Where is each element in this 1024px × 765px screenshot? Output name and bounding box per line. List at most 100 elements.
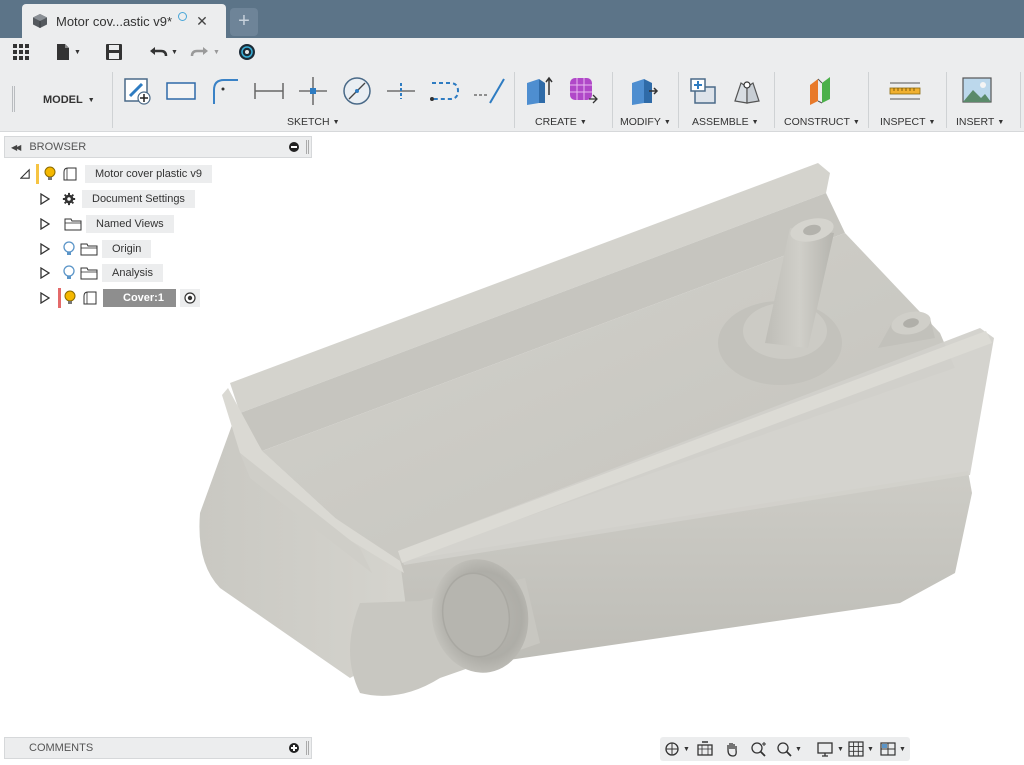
ribbon-separator	[514, 72, 515, 128]
project-tool-button[interactable]	[472, 74, 506, 108]
grid-icon	[848, 741, 864, 757]
visibility-bulb-icon[interactable]	[63, 290, 77, 306]
sketch-project-icon	[474, 78, 505, 104]
sketch-panel-menu[interactable]: SKETCH ▼	[287, 116, 340, 128]
ribbon-separator	[1020, 72, 1021, 128]
folder-icon	[80, 243, 98, 256]
pan-button[interactable]	[724, 740, 740, 758]
chevron-down-icon: ▼	[663, 118, 671, 126]
panel-grip[interactable]	[306, 741, 309, 755]
inspect-panel-label: INSPECT	[880, 116, 926, 128]
joint-icon	[734, 81, 760, 104]
offset-tool-button[interactable]	[428, 74, 462, 108]
browser-item-cover[interactable]: Cover:1	[40, 288, 200, 308]
browser-root-node[interactable]: Motor cover plastic v9	[20, 164, 212, 184]
minimize-browser-icon[interactable]	[289, 142, 299, 152]
insert-image-icon	[962, 77, 992, 103]
browser-item-analysis[interactable]: Analysis	[40, 263, 163, 283]
visibility-bulb-icon[interactable]	[43, 166, 57, 182]
ribbon-separator	[946, 72, 947, 128]
redo-button[interactable]: ▼	[190, 42, 220, 62]
insert-canvas-button[interactable]	[960, 74, 994, 108]
form-button[interactable]	[566, 74, 600, 108]
panel-grip[interactable]	[306, 140, 309, 154]
sketch-fillet-icon	[213, 79, 238, 104]
expand-triangle-icon[interactable]	[40, 193, 50, 205]
gear-icon	[62, 191, 76, 207]
offset-plane-button[interactable]	[803, 74, 837, 108]
ribbon-separator	[774, 72, 775, 128]
trim-tool-button[interactable]	[384, 74, 418, 108]
account-button[interactable]	[238, 42, 256, 62]
sketch-offset-icon	[430, 82, 460, 101]
expand-triangle-icon[interactable]	[40, 292, 50, 304]
visibility-off-bulb-icon[interactable]	[62, 265, 76, 281]
navigation-bar: ▼ ▼ ▼ ▼ ▼	[660, 737, 910, 761]
modify-panel-menu[interactable]: MODIFY ▼	[620, 116, 671, 128]
expand-triangle-icon[interactable]	[40, 267, 50, 279]
display-settings-button[interactable]: ▼	[816, 740, 844, 758]
file-icon	[57, 44, 69, 60]
expand-triangle-icon[interactable]	[40, 218, 50, 230]
close-tab-icon[interactable]: ✕	[196, 14, 208, 28]
grid-settings-button[interactable]: ▼	[848, 740, 874, 758]
create-sketch-button[interactable]	[120, 74, 154, 108]
joint-button[interactable]	[730, 74, 764, 108]
browser-item-origin[interactable]: Origin	[40, 239, 152, 259]
fillet-tool-button[interactable]	[208, 74, 242, 108]
rectangle-tool-button[interactable]	[164, 74, 198, 108]
undo-icon	[150, 47, 168, 57]
expand-triangle-icon[interactable]	[40, 243, 50, 255]
insert-panel-menu[interactable]: INSERT ▼	[956, 116, 1004, 128]
ribbon-grip[interactable]	[12, 86, 15, 112]
chevron-down-icon: ▼	[899, 745, 906, 753]
component-icon	[63, 167, 77, 181]
chevron-down-icon: ▼	[171, 48, 178, 56]
assemble-panel-menu[interactable]: ASSEMBLE ▼	[692, 116, 759, 128]
new-tab-button[interactable]: +	[230, 8, 258, 36]
ribbon-separator	[612, 72, 613, 128]
sketch-dimension-icon	[254, 83, 284, 99]
visibility-off-bulb-icon[interactable]	[62, 241, 76, 257]
activate-radio-icon[interactable]	[179, 289, 200, 307]
create-panel-menu[interactable]: CREATE ▼	[535, 116, 587, 128]
viewports-button[interactable]: ▼	[880, 740, 906, 758]
add-comment-icon[interactable]	[289, 743, 299, 753]
folder-icon	[64, 218, 82, 231]
create-panel-label: CREATE	[535, 116, 577, 128]
app-grid-button[interactable]	[12, 42, 30, 62]
new-component-button[interactable]	[686, 74, 720, 108]
browser-item-named-views[interactable]: Named Views	[40, 214, 174, 234]
save-button[interactable]	[105, 42, 123, 62]
workspace-label: MODEL	[43, 94, 83, 106]
look-at-button[interactable]	[696, 740, 714, 758]
zoom-button[interactable]	[750, 740, 768, 758]
orbit-button[interactable]: ▼	[664, 740, 690, 758]
browser-panel: ◀◀ BROWSER Motor cover plastic v9 Docume…	[4, 136, 312, 316]
sketch-circle-icon	[343, 77, 371, 105]
workspace-selector[interactable]: MODEL ▼	[43, 92, 95, 108]
app-grid-icon	[13, 44, 29, 60]
extrude-button[interactable]	[522, 74, 556, 108]
pan-hand-icon	[727, 743, 737, 757]
press-pull-button[interactable]	[626, 74, 660, 108]
browser-item-document-settings[interactable]: Document Settings	[40, 189, 195, 209]
undo-button[interactable]: ▼	[148, 42, 178, 62]
document-tab[interactable]: Motor cov...astic v9* ✕	[22, 4, 226, 38]
collapse-browser-icon[interactable]: ◀◀	[11, 143, 21, 152]
comments-panel[interactable]: COMMENTS	[4, 737, 312, 759]
new-component-icon	[690, 78, 716, 104]
construct-panel-menu[interactable]: CONSTRUCT ▼	[784, 116, 860, 128]
circle-tool-button[interactable]	[340, 74, 374, 108]
dimension-tool-button[interactable]	[252, 74, 286, 108]
browser-item-label: Origin	[102, 240, 152, 258]
file-menu-button[interactable]: ▼	[55, 42, 81, 62]
inspect-panel-menu[interactable]: INSPECT ▼	[880, 116, 935, 128]
point-tool-button[interactable]	[296, 74, 330, 108]
comments-title: COMMENTS	[29, 742, 94, 754]
form-mesh-icon	[570, 78, 598, 104]
collapse-triangle-icon[interactable]	[20, 168, 30, 180]
fit-view-button[interactable]: ▼	[776, 740, 802, 758]
measure-button[interactable]	[888, 74, 922, 108]
browser-header[interactable]: ◀◀ BROWSER	[4, 136, 312, 158]
